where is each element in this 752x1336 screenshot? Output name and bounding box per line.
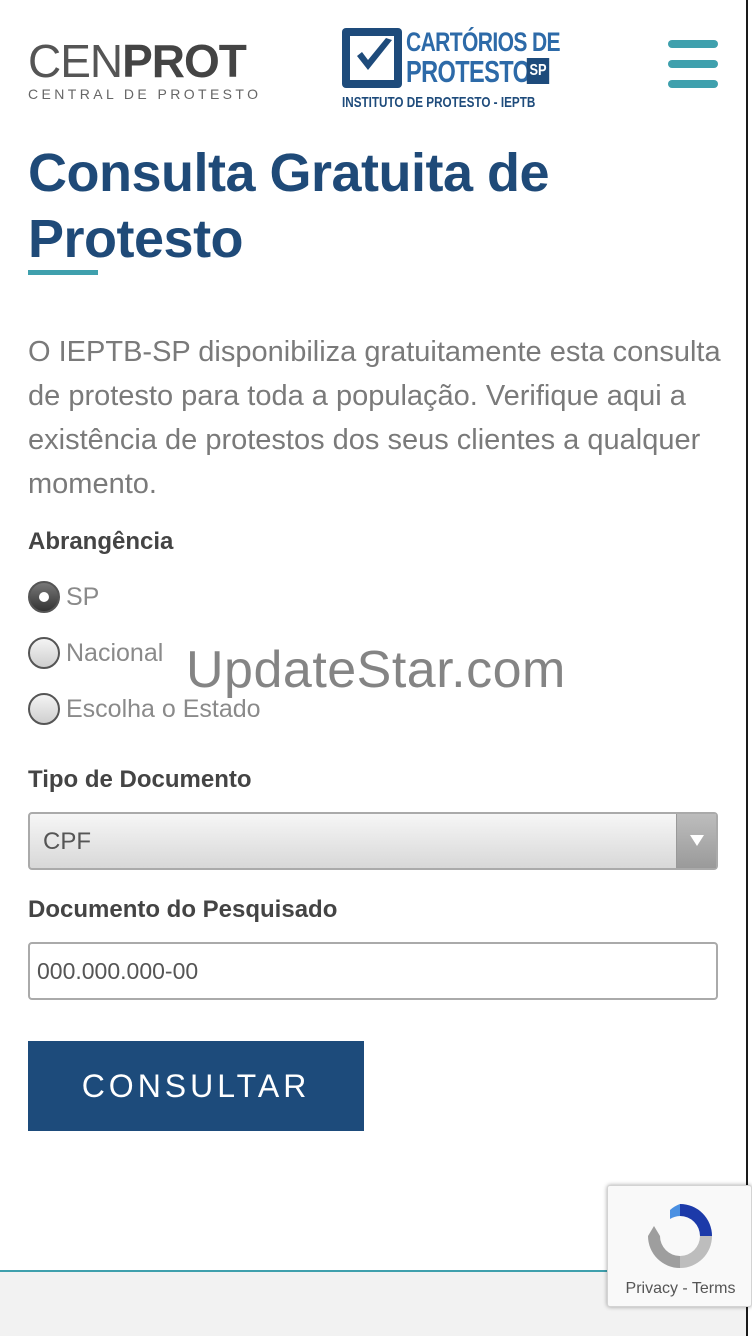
recaptcha-links: Privacy - Terms — [608, 1280, 752, 1298]
cartorios-line2: PROTESTO — [406, 54, 531, 89]
recaptcha-badge[interactable]: Privacy - Terms — [607, 1185, 752, 1307]
cenprot-wordmark: CENPROT — [28, 38, 273, 84]
page-title: Consulta Gratuita de Protesto — [28, 143, 550, 269]
cartorios-line3: INSTITUTO DE PROTESTO - IEPTB — [342, 94, 536, 111]
cenprot-subtitle: CENTRAL DE PROTESTO — [28, 86, 262, 102]
tipo-documento-label: Tipo de Documento — [28, 766, 252, 793]
cartorios-sp-badge: SP — [526, 58, 550, 84]
link-separator: - — [682, 1280, 688, 1297]
checkmark-icon — [342, 28, 402, 88]
consultar-button[interactable]: CONSULTAR — [28, 1041, 364, 1131]
hamburger-menu-icon[interactable] — [664, 38, 720, 92]
radio-sp[interactable]: SP — [28, 580, 99, 614]
cenprot-logo[interactable]: CENPROT CENTRAL DE PROTESTO — [28, 38, 273, 102]
terms-link[interactable]: Terms — [692, 1280, 736, 1297]
intro-text: O IEPTB-SP disponibiliza gratuitamente e… — [28, 336, 721, 500]
radio-button-checked[interactable] — [28, 581, 60, 613]
menu-bar — [668, 80, 718, 88]
menu-bar — [668, 60, 718, 68]
radio-button[interactable] — [28, 637, 60, 669]
header: CENPROT CENTRAL DE PROTESTO CARTÓRIOS DE… — [0, 0, 746, 125]
cenprot-prot-text: PROT — [122, 35, 247, 87]
cartorios-line1: CARTÓRIOS DE — [406, 27, 561, 57]
radio-label-sp: SP — [66, 582, 100, 611]
menu-bar — [668, 40, 718, 48]
documento-input[interactable] — [28, 942, 718, 1000]
select-value: CPF — [43, 828, 91, 855]
title-underline — [28, 270, 98, 275]
documento-label: Documento do Pesquisado — [28, 896, 338, 923]
recaptcha-icon — [648, 1204, 712, 1268]
tipo-documento-select[interactable]: CPF — [28, 812, 718, 870]
watermark: UpdateStar.com — [186, 641, 566, 699]
abrangencia-label: Abrangência — [28, 528, 174, 555]
cartorios-logo[interactable]: CARTÓRIOS DE PROTESTO SP INSTITUTO DE PR… — [342, 28, 561, 114]
radio-button[interactable] — [28, 693, 60, 725]
privacy-link[interactable]: Privacy — [626, 1280, 678, 1297]
page: CENPROT CENTRAL DE PROTESTO CARTÓRIOS DE… — [0, 0, 748, 1336]
cenprot-cen-text: CEN — [28, 35, 123, 87]
radio-nacional[interactable]: Nacional — [28, 636, 163, 670]
radio-label-nacional: Nacional — [66, 638, 164, 667]
dropdown-arrow-icon[interactable] — [676, 814, 716, 868]
